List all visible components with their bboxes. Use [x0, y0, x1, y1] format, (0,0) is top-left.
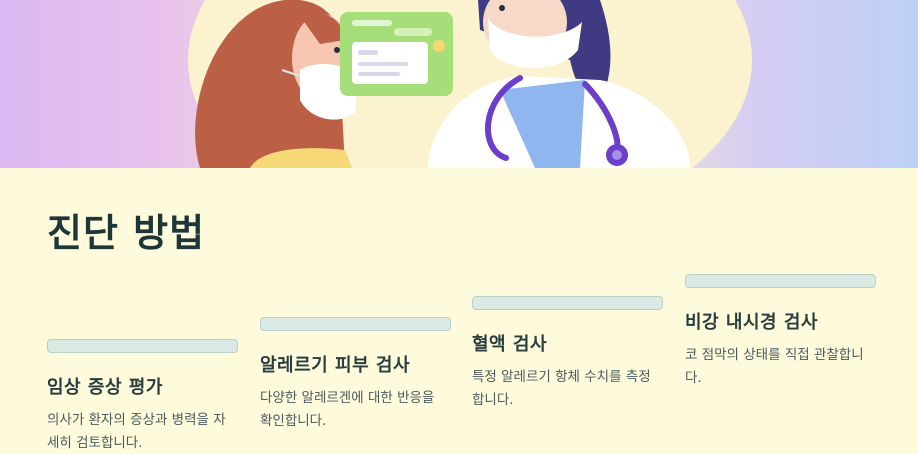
step-card: 알레르기 피부 검사 다양한 알레르겐에 대한 반응을 확인합니다.	[260, 317, 451, 433]
step-card: 임상 증상 평가 의사가 환자의 증상과 병력을 자세히 검토합니다.	[47, 339, 238, 454]
step-title: 알레르기 피부 검사	[260, 355, 411, 376]
progress-bar	[47, 339, 238, 353]
step-description: 다양한 알레르겐에 대한 반응을 확인합니다.	[260, 390, 435, 429]
step-description: 특정 알레르기 항체 수치를 측정합니다.	[472, 369, 651, 408]
step-card: 비강 내시경 검사 코 점막의 상태를 직접 관찰합니다.	[685, 274, 876, 390]
page-title: 진단 방법	[47, 211, 206, 255]
step-description: 의사가 환자의 증상과 병력을 자세히 검토합니다.	[47, 412, 226, 451]
step-description: 코 점막의 상태를 직접 관찰합니다.	[685, 347, 864, 386]
step-title: 임상 증상 평가	[47, 377, 163, 398]
step-card: 혈액 검사 특정 알레르기 항체 수치를 측정합니다.	[472, 296, 663, 412]
step-title: 비강 내시경 검사	[685, 312, 818, 333]
progress-bar	[685, 274, 876, 288]
hero-illustration	[0, 0, 918, 168]
progress-bar	[472, 296, 663, 310]
progress-bar	[260, 317, 451, 331]
doctor-patient-illustration	[188, 0, 752, 168]
step-title: 혈액 검사	[472, 334, 548, 355]
